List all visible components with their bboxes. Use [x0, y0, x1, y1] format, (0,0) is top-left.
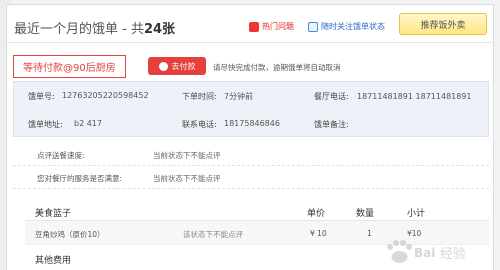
order-no-label: 饿单号:	[28, 92, 55, 101]
restaurant-phone-label: 餐厅电话:	[314, 92, 349, 101]
item-price: ¥ 10	[310, 229, 327, 238]
yen-icon	[158, 61, 168, 71]
item-name: 豆角炒鸡（原价10）	[35, 230, 105, 239]
contact-phone-value: 18175846846	[224, 119, 280, 128]
pay-note: 请尽快完成付款，逾期饿单将自动取消	[213, 63, 341, 72]
review-row: 点评送餐速度: 当前状态下不能点评	[13, 143, 489, 166]
pay-label: 去付款	[171, 61, 196, 71]
review-value: 当前状态下不能点评	[153, 174, 221, 183]
pay-button[interactable]: 去付款	[148, 57, 206, 75]
column-header-price: 单价	[307, 209, 326, 219]
status-text: 等待付款@90后厨房	[23, 63, 116, 74]
order-panel: 最近一个月的饿单 - 共24张 热门问题 随时关注饿单状态 推荐饭外卖 等待付款…	[6, 4, 495, 270]
item-qty: 1	[367, 229, 372, 238]
baidu-watermark-logo: Bai 经验	[387, 240, 466, 263]
hot-icon	[249, 21, 259, 32]
remark-label: 饿单备注:	[314, 120, 349, 129]
review-label: 您对餐厅的服务是否满意:	[37, 174, 123, 183]
order-info-box: 饿单号: 12763205220598452 下单时间: 7分钟前 餐厅电话: …	[13, 81, 489, 137]
share-label: 推荐饭外卖	[420, 20, 466, 31]
header-links: 热门问题 随时关注饿单状态 推荐饭外卖	[249, 13, 487, 35]
order-time-label: 下单时间:	[182, 92, 217, 101]
review-row: 您对餐厅的服务是否满意: 当前状态下不能点评	[13, 166, 489, 189]
hot-questions-link[interactable]: 热门问题	[249, 21, 294, 32]
hot-questions-label: 热门问题	[262, 22, 294, 31]
order-count: 24张	[143, 22, 176, 37]
svg-text:Bai: Bai	[414, 246, 435, 260]
other-fees-label: 其他费用	[35, 256, 72, 266]
track-order-label: 随时关注饿单状态	[321, 22, 385, 31]
table-header: 美食篮子 单价 数量 小计	[25, 199, 489, 221]
address-value: b2 417	[74, 119, 102, 128]
review-value: 当前状态下不能点评	[153, 151, 221, 160]
review-section: 点评送餐速度: 当前状态下不能点评 您对餐厅的服务是否满意: 当前状态下不能点评	[13, 143, 489, 189]
status-badge: 等待付款@90后厨房	[13, 55, 126, 78]
order-no-value: 12763205220598452	[62, 91, 149, 100]
column-header-item: 美食篮子	[35, 209, 72, 219]
title-prefix: 最近一个月的饿单 - 共	[14, 22, 144, 37]
column-header-subtotal: 小计	[407, 209, 426, 219]
svg-text:经验: 经验	[440, 246, 466, 262]
address-label: 饿单地址:	[28, 120, 63, 129]
item-review-note: 该状态下不能点评	[183, 230, 243, 239]
track-order-link[interactable]: 随时关注饿单状态	[308, 21, 385, 32]
order-status-row: 等待付款@90后厨房 去付款 请尽快完成付款，逾期饿单将自动取消	[11, 55, 489, 79]
item-subtotal: ¥10	[407, 229, 422, 238]
order-header: 最近一个月的饿单 - 共24张 热门问题 随时关注饿单状态 推荐饭外卖	[7, 5, 495, 43]
order-time-value: 7分钟前	[224, 92, 254, 101]
contact-phone-label: 联系电话:	[182, 120, 217, 129]
review-label: 点评送餐速度:	[37, 151, 85, 160]
page-title: 最近一个月的饿单 - 共24张	[14, 18, 175, 37]
phone-icon	[308, 21, 318, 32]
restaurant-phone-value: 18711481891 18711481891	[357, 92, 472, 101]
column-header-qty: 数量	[356, 209, 375, 219]
share-button[interactable]: 推荐饭外卖	[399, 13, 487, 35]
